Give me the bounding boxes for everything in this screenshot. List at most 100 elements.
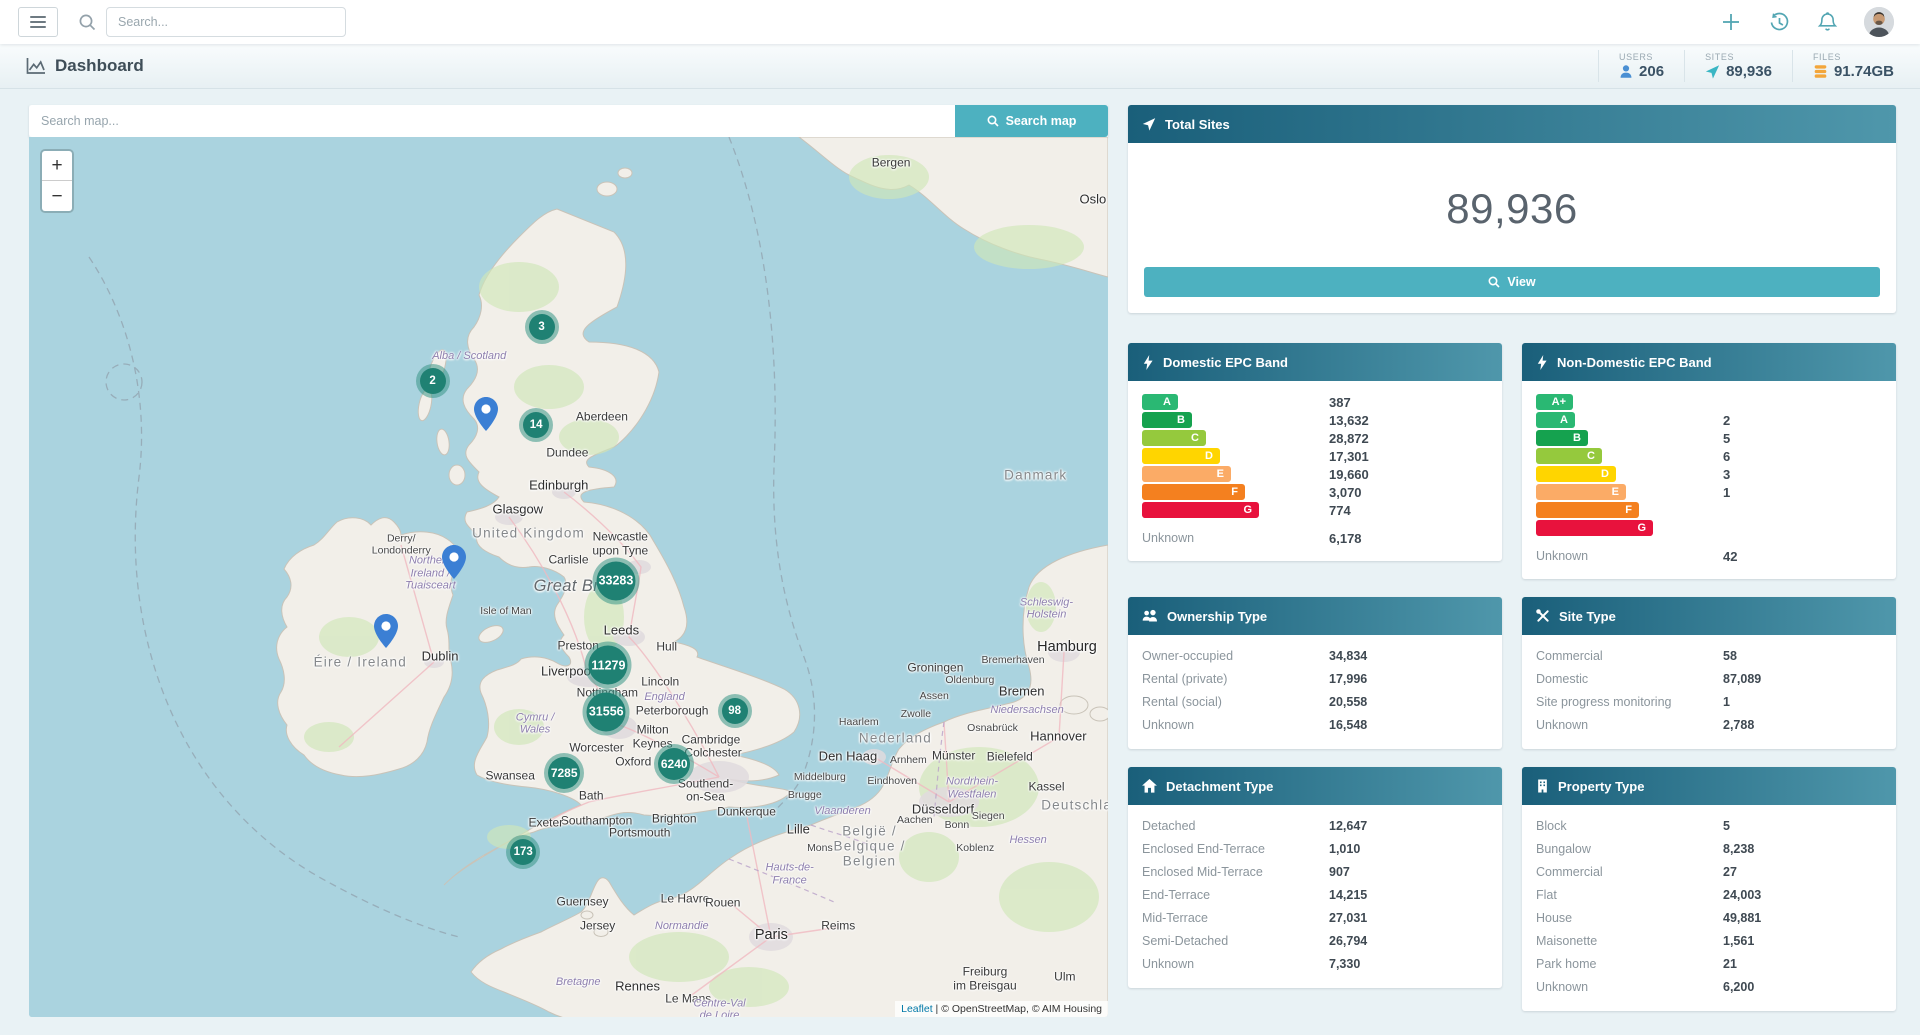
stat-users-label: USERS (1619, 52, 1664, 62)
epc-band-value: 6 (1723, 449, 1730, 464)
ownership-type-card: Ownership Type Owner-occupied34,834Renta… (1128, 597, 1502, 749)
stat-row: Unknown2,788 (1536, 714, 1882, 737)
map-pin-marker[interactable] (442, 545, 466, 584)
map-cluster-marker[interactable]: 31556 (583, 688, 630, 735)
location-arrow-icon (1705, 64, 1720, 79)
bolt-icon (1142, 355, 1154, 370)
stat-row: Enclosed Mid-Terrace907 (1142, 861, 1488, 884)
map-cluster-marker[interactable]: 14 (519, 408, 553, 442)
stat-files-value: 91.74GB (1813, 63, 1894, 80)
stat-sites: SITES 89,936 (1684, 50, 1772, 82)
epc-band-value: 1 (1723, 485, 1730, 500)
tools-icon (1536, 609, 1550, 623)
map-cluster-marker[interactable]: 2 (416, 364, 450, 398)
home-icon (1142, 779, 1157, 793)
stat-row: Unknown16,548 (1142, 714, 1488, 737)
epc-band-value: 13,632 (1329, 413, 1369, 428)
map-cluster-marker[interactable]: 7285 (544, 753, 584, 793)
stat-row: Flat24,003 (1536, 884, 1882, 907)
epc-band-row: B5 (1536, 429, 1882, 447)
stat-users-value: 206 (1619, 63, 1664, 80)
domestic-epc-card: Domestic EPC Band A387B13,632C28,872D17,… (1128, 343, 1502, 561)
map-search-bar: Search map (29, 105, 1108, 137)
epc-band-row: F3,070 (1142, 483, 1488, 501)
epc-band-row: F (1536, 501, 1882, 519)
map-search-input[interactable] (29, 105, 955, 137)
stat-row: Park home21 (1536, 953, 1882, 976)
map-cluster-marker[interactable]: 3 (525, 310, 559, 344)
menu-icon[interactable] (18, 7, 58, 37)
epc-band-value: 774 (1329, 503, 1351, 518)
header-stats: USERS 206 SITES 89,936 FILES (1578, 50, 1894, 82)
map-attribution: Leaflet | © OpenStreetMap, © AIM Housing (895, 1001, 1108, 1017)
search-input[interactable] (106, 7, 346, 37)
epc-band-row: E 19,660 (1142, 465, 1488, 483)
epc-band-bar: D (1536, 466, 1616, 482)
detachment-type-header: Detachment Type (1128, 767, 1502, 805)
epc-band-bar: A+ (1536, 394, 1573, 410)
search-icon (78, 13, 96, 31)
avatar[interactable] (1864, 7, 1894, 37)
epc-band-bar: A (1142, 394, 1178, 410)
epc-band-value: 5 (1723, 431, 1730, 446)
total-sites-header: Total Sites (1128, 105, 1896, 143)
map-search-button[interactable]: Search map (955, 105, 1108, 137)
epc-band-bar: A (1536, 412, 1575, 428)
main-content: Search map (0, 89, 1920, 1035)
map-cluster-marker[interactable]: 173 (506, 835, 540, 869)
ownership-type-header: Ownership Type (1128, 597, 1502, 635)
total-sites-value: 89,936 (1144, 185, 1880, 233)
page-title: Dashboard (26, 56, 144, 76)
map-pin-marker[interactable] (474, 397, 498, 436)
map[interactable]: BergenOsloAlba / ScotlandAberdeenDundeeE… (29, 137, 1108, 1017)
epc-band-row: D17,301 (1142, 447, 1488, 465)
map-pin-marker[interactable] (374, 614, 398, 653)
epc-band-row: C28,872 (1142, 429, 1488, 447)
map-cluster-marker[interactable]: 98 (718, 694, 752, 728)
bell-icon[interactable] (1817, 11, 1838, 33)
map-panel: Search map (29, 105, 1108, 1017)
stat-row: Bungalow8,238 (1536, 838, 1882, 861)
map-cluster-marker[interactable]: 6240 (654, 744, 694, 784)
epc-band-bar: C (1536, 448, 1602, 464)
site-type-header: Site Type (1522, 597, 1896, 635)
epc-unknown-row: Unknown6,178 (1142, 529, 1488, 547)
epc-band-value: 19,660 (1329, 467, 1369, 482)
leaflet-link[interactable]: Leaflet (901, 1003, 933, 1015)
map-cluster-marker[interactable]: 33283 (592, 557, 639, 604)
add-icon[interactable] (1720, 11, 1742, 33)
epc-band-row: C6 (1536, 447, 1882, 465)
stat-row: Owner-occupied34,834 (1142, 645, 1488, 668)
domestic-epc-header: Domestic EPC Band (1128, 343, 1502, 381)
stat-row: Detached12,647 (1142, 815, 1488, 838)
user-icon (1619, 64, 1633, 79)
epc-band-bar: E (1142, 466, 1231, 482)
epc-band-bar: G (1142, 502, 1259, 518)
top-navbar (0, 0, 1920, 44)
history-icon[interactable] (1768, 11, 1791, 34)
map-tiles (29, 137, 1108, 1017)
epc-band-value: 2 (1723, 413, 1730, 428)
non-domestic-epc-header: Non-Domestic EPC Band (1522, 343, 1896, 381)
stat-row: Rental (private)17,996 (1142, 668, 1488, 691)
location-arrow-icon (1142, 117, 1156, 131)
map-cluster-marker[interactable]: 11279 (585, 642, 632, 689)
stat-row: Maisonette1,561 (1536, 930, 1882, 953)
epc-band-value: 3 (1723, 467, 1730, 482)
epc-band-bar: F (1142, 484, 1245, 500)
users-icon (1142, 609, 1158, 623)
zoom-in-button[interactable]: + (42, 151, 72, 181)
page-title-text: Dashboard (55, 56, 144, 76)
view-button[interactable]: View (1144, 267, 1880, 297)
stat-row: Rental (social)20,558 (1142, 691, 1488, 714)
site-type-card: Site Type Commercial58Domestic87,089Site… (1522, 597, 1896, 749)
zoom-out-button[interactable]: − (42, 181, 72, 211)
stat-row: Site progress monitoring1 (1536, 691, 1882, 714)
epc-band-bar: B (1536, 430, 1588, 446)
epc-band-row: A2 (1536, 411, 1882, 429)
epc-band-row: D3 (1536, 465, 1882, 483)
stat-row: Commercial58 (1536, 645, 1882, 668)
epc-band-bar: F (1536, 502, 1639, 518)
stat-row: Semi-Detached26,794 (1142, 930, 1488, 953)
property-type-card: Property Type Block5Bungalow8,238Commerc… (1522, 767, 1896, 1011)
